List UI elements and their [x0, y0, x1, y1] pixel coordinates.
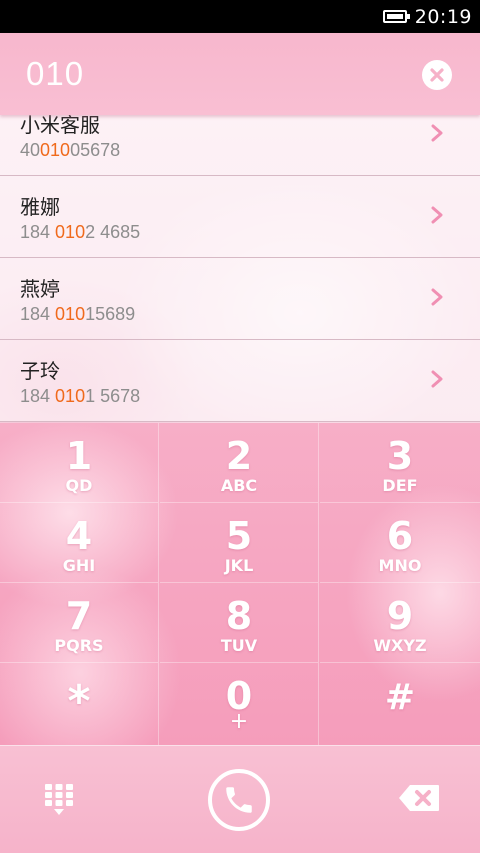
dialed-number-input[interactable]: 010 — [26, 55, 84, 93]
key-1[interactable]: 1 QD — [0, 423, 159, 503]
chevron-right-icon[interactable] — [430, 123, 444, 143]
key-letters: QD — [65, 476, 93, 495]
list-item[interactable]: 子玲 184 0101 5678 — [0, 340, 480, 422]
chevron-right-icon[interactable] — [430, 369, 444, 389]
list-item[interactable]: 雅娜 184 0102 4685 — [0, 176, 480, 258]
key-letters: MNO — [378, 556, 422, 575]
contact-name: 子玲 — [20, 359, 60, 383]
key-5[interactable]: 5 JKL — [160, 503, 319, 583]
key-digit: 6 — [386, 514, 414, 558]
chevron-right-icon[interactable] — [430, 205, 444, 225]
key-letters: JKL — [224, 556, 254, 575]
contact-name: 小米客服 — [20, 115, 100, 137]
key-digit: # — [384, 677, 416, 718]
key-digit: 9 — [386, 594, 414, 638]
key-hash[interactable]: # — [320, 663, 480, 745]
call-button[interactable] — [208, 769, 270, 831]
key-digit: 8 — [225, 594, 253, 638]
key-letters: ABC — [220, 476, 258, 495]
status-bar: 20:19 — [0, 0, 480, 33]
search-header: 010 — [0, 33, 480, 115]
contact-results-list[interactable]: 小米客服 4001005678 雅娜 184 0102 4685 燕婷 184 … — [0, 115, 480, 423]
key-digit: 1 — [65, 434, 93, 478]
contact-number: 184 0102 4685 — [20, 222, 141, 242]
key-8[interactable]: 8 TUV — [160, 583, 319, 663]
contact-number: 4001005678 — [20, 140, 121, 160]
list-item[interactable]: 小米客服 4001005678 — [0, 115, 480, 176]
key-3[interactable]: 3 DEF — [320, 423, 480, 503]
key-digit: 7 — [65, 594, 93, 638]
key-letters: GHI — [62, 556, 96, 575]
key-letters: + — [229, 709, 249, 734]
list-item[interactable]: 燕婷 184 01015689 — [0, 258, 480, 340]
key-6[interactable]: 6 MNO — [320, 503, 480, 583]
key-digit: 4 — [65, 514, 93, 558]
battery-icon — [382, 10, 410, 23]
key-digit: 5 — [225, 514, 253, 558]
key-digit: 2 — [225, 434, 253, 478]
status-time: 20:19 — [414, 5, 472, 28]
dialpad-icon[interactable] — [44, 783, 74, 817]
backspace-icon[interactable] — [398, 784, 440, 812]
contact-number: 184 0101 5678 — [20, 386, 141, 406]
key-digit: * — [67, 676, 91, 727]
contact-name: 燕婷 — [20, 277, 60, 301]
key-0[interactable]: 0 + — [160, 663, 319, 745]
key-2[interactable]: 2 ABC — [160, 423, 319, 503]
bottom-action-bar — [0, 745, 480, 853]
chevron-right-icon[interactable] — [430, 287, 444, 307]
key-letters: PQRS — [54, 636, 104, 655]
key-digit: 3 — [386, 434, 414, 478]
clear-button[interactable] — [422, 60, 452, 90]
key-letters: DEF — [382, 476, 418, 495]
key-4[interactable]: 4 GHI — [0, 503, 159, 583]
key-letters: TUV — [220, 636, 258, 655]
contact-number: 184 01015689 — [20, 304, 136, 324]
key-7[interactable]: 7 PQRS — [0, 583, 159, 663]
key-9[interactable]: 9 WXYZ — [320, 583, 480, 663]
key-letters: WXYZ — [373, 636, 427, 655]
contact-name: 雅娜 — [20, 195, 60, 219]
dial-keypad: 1 QD 2 ABC 3 DEF 4 GHI 5 JKL 6 MNO 7 PQR… — [0, 423, 480, 745]
phone-icon — [226, 787, 252, 813]
key-star[interactable]: * — [0, 663, 159, 745]
clear-icon — [430, 68, 444, 82]
